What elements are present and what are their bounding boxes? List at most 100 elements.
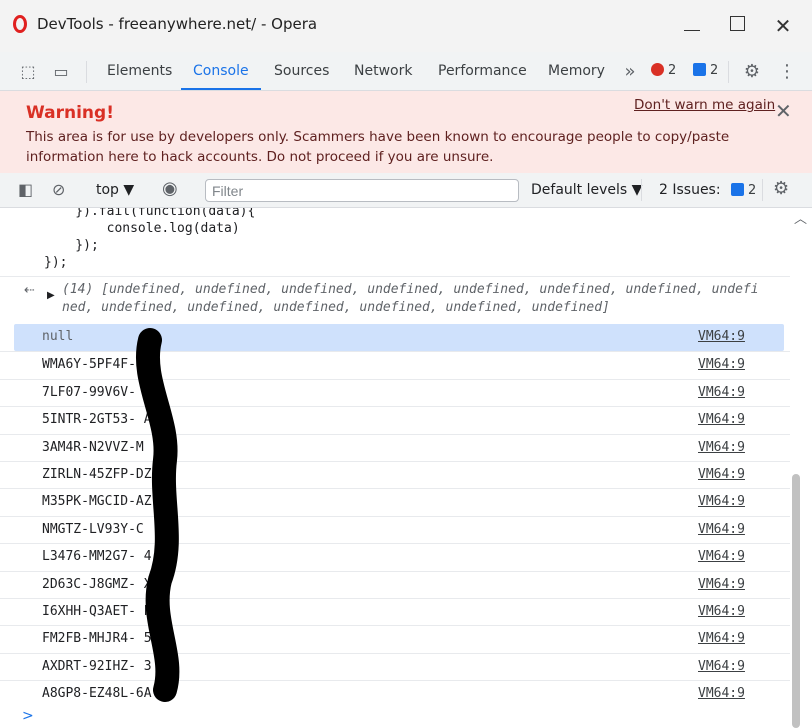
log-row[interactable]: ZIRLN-45ZFP-DZ VM64:9 [0, 461, 790, 488]
issues-label: 2 Issues: [659, 182, 721, 198]
log-value: I6XHH-Q3AET- P [42, 604, 152, 619]
log-row-selected[interactable]: null VM64:9 [14, 324, 784, 351]
log-source-link[interactable]: VM64:9 [698, 467, 745, 482]
log-source-link[interactable]: VM64:9 [698, 577, 745, 592]
messages-count: 2 [710, 63, 719, 78]
errors-count: 2 [668, 63, 677, 78]
devtools-tabs-bar: ⬚ ▭ Elements Console Sources Network Per… [0, 52, 812, 91]
tab-console[interactable]: Console [181, 52, 261, 90]
log-source-link[interactable]: VM64:9 [698, 659, 745, 674]
code-line: }); [44, 238, 99, 253]
log-row[interactable]: A8GP8-EZ48L-6A 6 VM64:9 [0, 680, 790, 707]
log-source-link[interactable]: VM64:9 [698, 357, 745, 372]
errors-badge[interactable]: 2 [651, 62, 676, 80]
tab-performance[interactable]: Performance [438, 52, 527, 90]
tab-network[interactable]: Network [354, 52, 412, 90]
divider [641, 179, 642, 201]
log-value: 5INTR-2GT53- A [42, 412, 152, 428]
clear-console-icon[interactable]: ⊘ [52, 180, 65, 199]
issues-count: 2 [748, 183, 757, 198]
log-source-link[interactable]: VM64:9 [698, 385, 745, 400]
log-source-link[interactable]: VM64:9 [698, 494, 745, 509]
log-row[interactable]: FM2FB-MHJR4- 5E VM64:9 [0, 625, 790, 652]
tab-sources[interactable]: Sources [274, 52, 329, 90]
more-menu-icon[interactable]: ⋮ [777, 62, 797, 82]
log-source-link[interactable]: VM64:9 [698, 604, 745, 619]
log-value: NMGTZ-LV93Y-C [42, 521, 144, 537]
code-line: }); [44, 255, 68, 270]
log-value: null [42, 329, 74, 344]
log-source-link[interactable]: VM64:9 [698, 522, 745, 537]
more-tabs-icon[interactable]: » [620, 62, 640, 82]
log-row[interactable]: 3AM4R-N2VVZ-M VM64:9 [0, 433, 790, 461]
log-source-link[interactable]: VM64:9 [698, 440, 745, 455]
log-value: 3AM4R-N2VVZ-M [42, 439, 144, 455]
log-value: A8GP8-EZ48L-6A 6 [42, 686, 168, 702]
log-row[interactable]: WMA6Y-5PF4F- DP VM64:9 [0, 351, 790, 378]
log-source-link[interactable]: VM64:9 [698, 686, 745, 701]
log-value: ZIRLN-45ZFP-DZ [42, 467, 152, 482]
maximize-button[interactable] [726, 14, 750, 38]
close-window-button[interactable]: ✕ [771, 14, 795, 38]
filter-input[interactable] [205, 179, 519, 202]
log-value: M35PK-MGCID-AZ [42, 494, 152, 510]
log-row[interactable]: L3476-MM2G7- 4 VM64:9 [0, 543, 790, 570]
expand-triangle-icon[interactable]: ▶ [47, 290, 55, 301]
log-value: L3476-MM2G7- 4 [42, 549, 152, 565]
issues-button[interactable]: 2 Issues: 2 [659, 182, 756, 200]
console-prompt-icon[interactable]: > [22, 708, 34, 724]
log-row[interactable]: NMGTZ-LV93Y-C VM64:9 [0, 515, 790, 543]
code-line: console.log(data) [44, 221, 240, 236]
log-source-link[interactable]: VM64:9 [698, 329, 745, 344]
console-toolbar: ◧ ⊘ top ▼ ◉ Default levels ▼ 2 Issues: 2… [0, 173, 812, 208]
log-source-link[interactable]: VM64:9 [698, 631, 745, 646]
window-title: DevTools - freeanywhere.net/ - Opera [37, 15, 318, 33]
opera-logo-icon [13, 15, 27, 33]
log-source-link[interactable]: VM64:9 [698, 549, 745, 564]
code-line: }).fail(function(data){ [44, 208, 256, 219]
tab-memory[interactable]: Memory [548, 52, 605, 90]
minimize-button[interactable] [680, 14, 704, 38]
inspect-element-icon[interactable]: ⬚ [18, 62, 38, 82]
close-warning-icon[interactable]: ✕ [775, 99, 792, 123]
divider [86, 61, 87, 83]
scroll-up-icon[interactable]: ︿ [794, 208, 807, 227]
live-expression-eye-icon[interactable]: ◉ [162, 178, 178, 199]
divider [728, 61, 729, 83]
log-row[interactable]: 7LF07-99V6V- ET VM64:9 [0, 378, 790, 406]
result-array-text: (14) [undefined, undefined, undefined, u… [62, 282, 759, 315]
evaluation-result: ⇠ ▶ (14) [undefined, undefined, undefine… [0, 276, 790, 324]
divider [762, 179, 763, 201]
issues-badge: 2 [725, 183, 756, 198]
default-levels-dropdown[interactable]: Default levels ▼ [531, 182, 642, 198]
result-arrow-icon: ⇠ [24, 283, 35, 298]
scrollbar-thumb[interactable] [792, 474, 800, 728]
log-value: 7LF07-99V6V- ET [42, 384, 160, 400]
log-value: FM2FB-MHJR4- 5E [42, 631, 160, 647]
window-titlebar: DevTools - freeanywhere.net/ - Opera ✕ [0, 0, 812, 52]
log-value: 2D63C-J8GMZ- X [42, 576, 152, 592]
device-toolbar-icon[interactable]: ▭ [51, 62, 71, 82]
log-row[interactable]: 5INTR-2GT53- A VM64:9 [0, 406, 790, 433]
log-row[interactable]: M35PK-MGCID-AZ VM64:9 [0, 488, 790, 515]
dont-warn-again-link[interactable]: Don't warn me again [634, 97, 775, 113]
messages-badge[interactable]: 2 [693, 62, 718, 80]
log-row[interactable]: I6XHH-Q3AET- P VM64:9 [0, 598, 790, 625]
warning-message: This area is for use by developers only.… [26, 129, 730, 165]
console-settings-gear-icon[interactable]: ⚙ [773, 178, 789, 199]
log-row[interactable]: AXDRT-92IHZ- 3 VM64:9 [0, 652, 790, 680]
log-value: WMA6Y-5PF4F- DP [42, 357, 160, 373]
sidebar-toggle-icon[interactable]: ◧ [18, 180, 33, 199]
log-source-link[interactable]: VM64:9 [698, 412, 745, 427]
error-icon [651, 63, 664, 76]
message-icon [731, 183, 745, 196]
self-xss-warning: Warning! Don't warn me again ✕ This area… [0, 91, 812, 173]
log-value: AXDRT-92IHZ- 3 [42, 658, 152, 674]
tab-elements[interactable]: Elements [107, 52, 172, 90]
message-icon [693, 63, 706, 76]
console-output[interactable]: }).fail(function(data){ console.log(data… [0, 208, 790, 728]
context-selector[interactable]: top ▼ [96, 182, 134, 198]
warning-heading: Warning! [26, 103, 114, 123]
log-row[interactable]: 2D63C-J8GMZ- X VM64:9 [0, 570, 790, 598]
settings-gear-icon[interactable]: ⚙ [742, 62, 762, 82]
